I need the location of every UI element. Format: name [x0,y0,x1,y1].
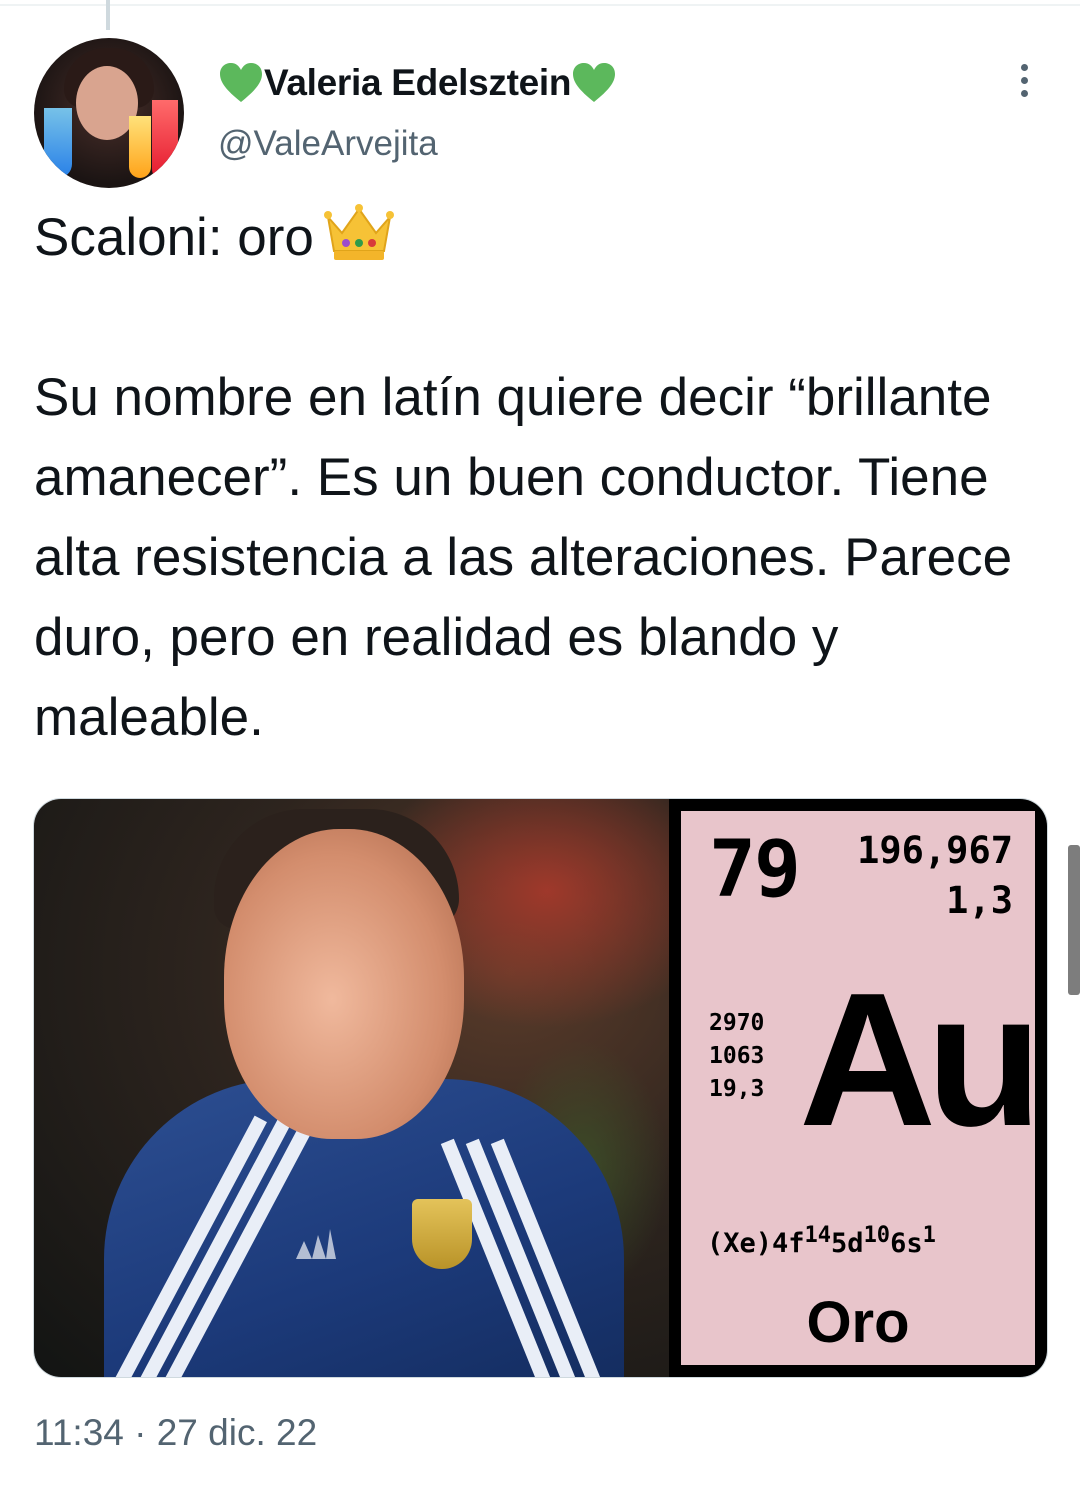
electron-configuration: (Xe)4f145d106s1 [707,1223,936,1259]
display-name: Valeria Edelsztein [264,62,572,103]
element-name: Oro [806,1290,910,1355]
green-heart-icon [220,63,262,102]
melting-point: 1063 [709,1043,765,1069]
crown-icon [323,204,394,260]
tweet-line-1-text: Scaloni: oro [34,208,314,267]
author-name-row[interactable]: Valeria Edelsztein [218,60,617,106]
config-6s-exp: 1 [922,1223,936,1248]
more-options-icon[interactable] [1010,64,1038,104]
tweet-text: Scaloni: oro Su nombre en latín quiere d… [34,198,1044,758]
thread-connector [0,0,1080,30]
config-5d-exp: 10 [863,1223,891,1248]
element-symbol: Au [799,954,1042,1166]
config-5d: 5d [831,1228,864,1259]
tweet-media-image[interactable]: 79 196,967 1,3 2970 1063 19,3 Au (Xe)4f1… [33,798,1048,1378]
element-properties: 2970 1063 19,3 [709,1007,764,1106]
boiling-point: 2970 [709,1010,765,1036]
atomic-mass: 196,967 [857,829,1013,872]
config-6s: 6s [890,1228,923,1259]
config-4f-exp: 14 [804,1223,832,1248]
avatar[interactable] [34,38,184,188]
user-handle[interactable]: @ValeArvejita [218,124,438,164]
density: 19,3 [709,1076,765,1102]
top-divider [0,4,1080,6]
tweet-line-1: Scaloni: oro [34,198,1044,278]
tweet-paragraph-2: Su nombre en latín quiere decir “brillan… [34,368,1013,747]
tweet-timestamp[interactable]: 11:34 · 27 dic. 22 [34,1412,317,1454]
scaloni-photo [34,799,669,1377]
periodic-element-card: 79 196,967 1,3 2970 1063 19,3 Au (Xe)4f1… [669,799,1047,1377]
scrollbar-thumb[interactable] [1068,845,1080,995]
config-core: (Xe) [707,1228,773,1259]
config-4f: 4f [772,1228,805,1259]
atomic-number: 79 [709,825,801,915]
element-card-body: 79 196,967 1,3 2970 1063 19,3 Au (Xe)4f1… [681,811,1042,1365]
electronegativity: 1,3 [946,879,1013,922]
green-heart-icon [573,63,616,102]
thread-line [106,0,110,30]
